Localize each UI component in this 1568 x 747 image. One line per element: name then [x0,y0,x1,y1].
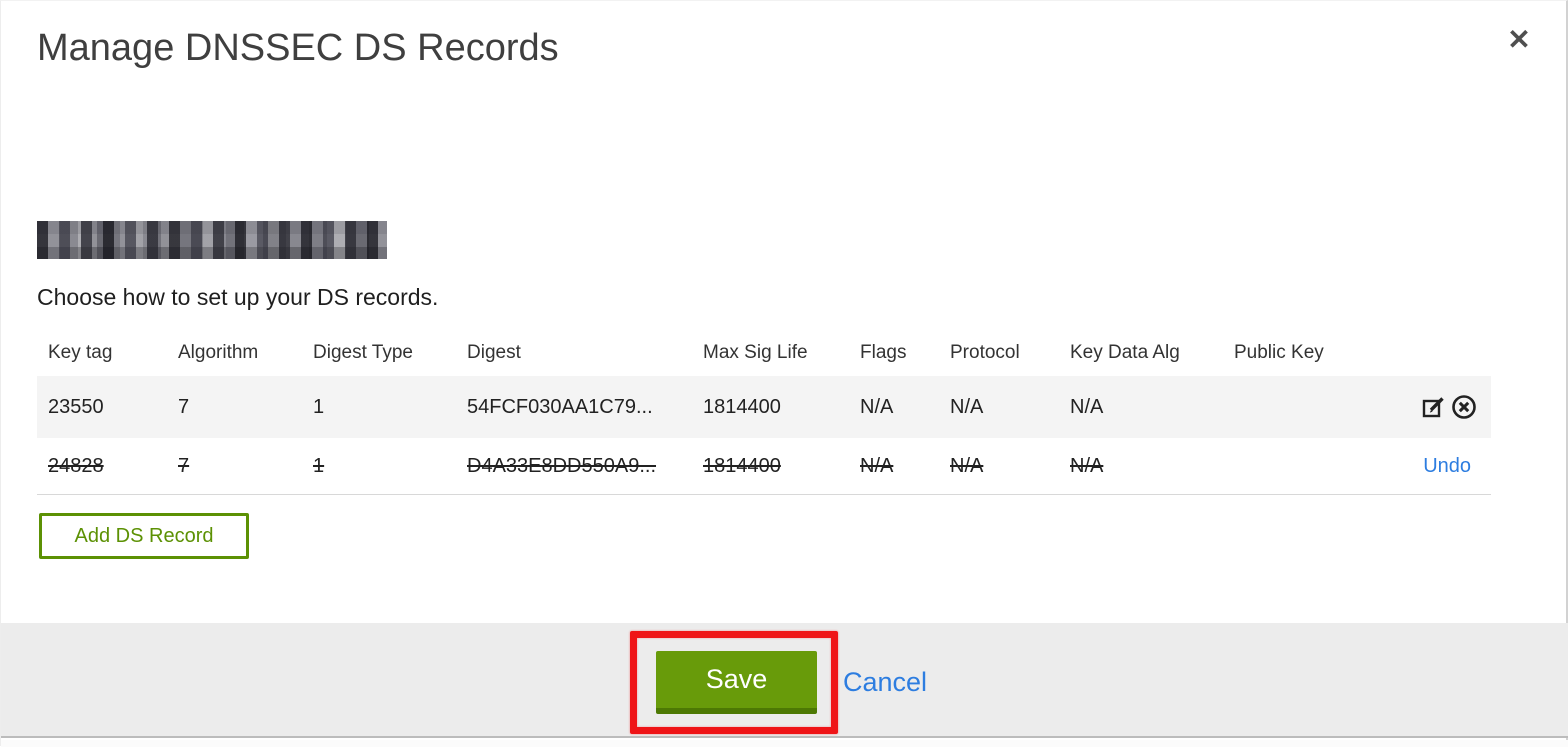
column-header-max-sig-life: Max Sig Life [703,341,808,363]
cell-digest-type: 1 [313,454,325,477]
circle-x-icon [1450,393,1478,421]
cell-key-data-alg: N/A [1070,454,1104,477]
cell-max-sig-life: 1814400 [703,454,781,477]
column-header-flags: Flags [860,341,907,363]
domain-name-redacted [37,221,387,259]
table-row-deleted: 24828 7 1 D4A33E8DD550A9... 1814400 N/A … [37,438,1491,495]
ds-records-table: Key tag Algorithm Digest Type Digest Max… [37,329,1491,495]
cell-protocol: N/A [950,454,984,477]
save-button[interactable]: Save [656,651,817,714]
cell-key-tag: 23550 [48,395,104,418]
cell-protocol: N/A [950,395,984,418]
manage-dnssec-modal: Manage DNSSEC DS Records ✕ Choose how to… [0,0,1568,747]
cell-flags: N/A [860,395,894,418]
add-ds-record-button[interactable]: Add DS Record [39,513,249,559]
cell-key-data-alg: N/A [1070,395,1104,418]
column-header-public-key: Public Key [1234,341,1324,363]
cell-algorithm: 7 [178,454,190,477]
column-header-key-data-alg: Key Data Alg [1070,341,1180,363]
cell-algorithm: 7 [178,395,190,418]
cell-digest: 54FCF030AA1C79... [467,395,653,418]
edit-icon [1421,394,1448,421]
column-header-digest-type: Digest Type [313,341,413,363]
table-header-row: Key tag Algorithm Digest Type Digest Max… [37,329,1491,376]
modal-footer: Save Cancel [1,623,1568,738]
instruction-text: Choose how to set up your DS records. [37,284,439,310]
table-row: 23550 7 1 54FCF030AA1C79... 1814400 N/A … [37,376,1491,438]
cell-key-tag: 24828 [48,454,104,477]
cell-digest: D4A33E8DD550A9... [467,454,657,477]
cancel-link[interactable]: Cancel [843,667,927,698]
close-icon[interactable]: ✕ [1499,19,1539,59]
cell-digest-type: 1 [313,395,325,418]
column-header-digest: Digest [467,341,521,363]
page-title: Manage DNSSEC DS Records [37,27,559,69]
delete-record-icon[interactable] [1449,392,1479,422]
edit-record-button[interactable] [1419,392,1449,422]
undo-link[interactable]: Undo [1423,455,1479,478]
column-header-key-tag: Key tag [48,341,113,363]
cell-max-sig-life: 1814400 [703,395,781,418]
column-header-algorithm: Algorithm [178,341,259,363]
column-header-protocol: Protocol [950,341,1020,363]
cell-flags: N/A [860,454,894,477]
